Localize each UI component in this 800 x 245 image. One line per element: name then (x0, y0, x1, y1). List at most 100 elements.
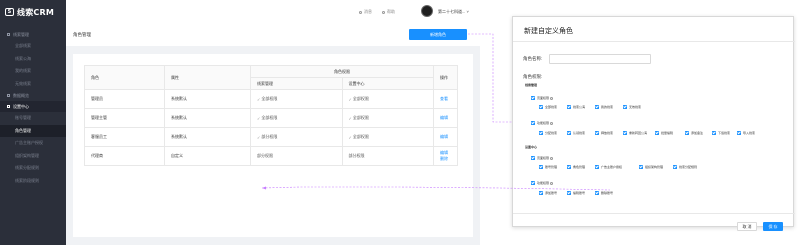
new-role-modal: 新建自定义角色 角色名称: 角色权限: 线索管理 页面权限 全部线索 线索公海 … (512, 16, 795, 231)
nav-parent-leads[interactable]: 线索管理 (0, 29, 66, 40)
checkbox-checked-icon (567, 105, 571, 109)
checkbox-func-perms[interactable]: 功能权限 (531, 181, 554, 185)
cell-actions: 查看 (433, 89, 458, 109)
perm-text: 部分权限 (257, 153, 273, 158)
avatar[interactable] (421, 5, 433, 17)
checkbox-item[interactable]: 全部线索 (539, 105, 557, 109)
delete-link[interactable]: 删除 (440, 156, 451, 162)
bell-icon (359, 10, 362, 14)
check-icon: ✓ (348, 115, 352, 121)
checkbox-item[interactable]: 认领线索 (567, 131, 585, 135)
sidebar-item-lead-pool[interactable]: 线索公海 (0, 53, 66, 66)
checkbox-page-perms[interactable]: 页面权限 (531, 156, 554, 160)
role-name-input[interactable] (549, 54, 651, 64)
modal-title: 新建自定义角色 (524, 28, 573, 35)
checkbox-checked-icon (673, 165, 677, 169)
cell-role: 客服员工 (84, 127, 165, 147)
checkbox-label: 导入线索 (743, 131, 756, 135)
checkbox-label: 功能权限 (537, 121, 550, 125)
perm-text: 全部权限 (261, 96, 278, 101)
cell-attribute: 系统默认 (164, 89, 251, 109)
checkbox-item[interactable]: 删除账号 (595, 191, 613, 195)
nav-parent-data-overview[interactable]: 数据概览 (0, 90, 66, 101)
checkbox-checked-icon (539, 131, 543, 135)
checkbox-item[interactable]: 编辑账号 (567, 191, 585, 195)
checkbox-item[interactable]: 我的线索 (595, 105, 613, 109)
cell-actions: 编辑 删除 (433, 146, 458, 166)
checkbox-item[interactable]: 广告主账户授权 (595, 165, 622, 169)
col-role: 角色 (84, 65, 165, 90)
checkbox-item[interactable]: 导入线索 (737, 131, 755, 135)
cell-role: 代理商 (84, 146, 165, 166)
nav-group-leads: 线索管理 全部线索 线索公海 我的线索 无效线索 (0, 29, 66, 90)
cell-lead-perm: 部分权限 (250, 146, 343, 166)
checkbox-checked-icon (531, 181, 535, 185)
checkbox-label: 释放线索 (601, 131, 614, 135)
sidebar-item-stage-rules[interactable]: 线索阶段规则 (0, 175, 66, 188)
cell-lead-perm: ✓ 部分权限 (250, 127, 343, 147)
table-row: 客服员工 系统默认 ✓ 部分权限 ✓ 全部权限 编辑 (84, 127, 458, 147)
checkbox-item[interactable]: 重新转回公海 (623, 131, 647, 135)
table-row: 代理商 自定义 部分权限 部分权限 编辑 删除 (84, 146, 458, 166)
checkbox-func-perms[interactable]: 功能权限 (531, 121, 554, 125)
edit-link[interactable]: 编辑 (440, 134, 451, 140)
new-role-button[interactable]: 新增角色 (409, 29, 467, 40)
help-icon (382, 10, 385, 14)
checkbox-item[interactable]: 账号管理 (539, 165, 557, 169)
checkbox-checked-icon (567, 165, 571, 169)
nav-parent-settings[interactable]: 设置中心 (0, 101, 66, 112)
help-link[interactable]: 帮助 (382, 9, 395, 15)
divider (513, 41, 795, 42)
checkbox-item[interactable]: 批量编辑 (655, 131, 673, 135)
checkbox-item[interactable]: 添加账号 (539, 191, 557, 195)
checkbox-label: 广告主账户授权 (601, 165, 623, 169)
sidebar-item-assign-rules[interactable]: 线索分配规则 (0, 162, 66, 175)
perm-text: 全部权限 (261, 115, 278, 120)
col-settings: 设置中心 (341, 77, 434, 90)
sidebar-item-all-leads[interactable]: 全部线索 (0, 40, 66, 53)
checkbox-item[interactable]: 添加备注 (685, 131, 703, 135)
checkbox-item[interactable]: 下载线索 (712, 131, 730, 135)
leads-icon (7, 33, 10, 36)
view-link[interactable]: 查看 (440, 96, 451, 102)
checkbox-item[interactable]: 组织架构管理 (639, 165, 663, 169)
checkbox-checked-icon (539, 105, 543, 109)
cell-role: 管理员 (84, 89, 165, 109)
table-row: 管理员 系统默认 ✓ 全部权限 ✓ 全部权限 查看 (84, 89, 458, 109)
sidebar-item-advertiser-auth[interactable]: 广告主账户授权 (0, 137, 66, 150)
app-logo[interactable]: S 线索CRM (0, 0, 66, 24)
checkbox-item[interactable]: 释放线索 (595, 131, 613, 135)
checkbox-item[interactable]: 线索公海 (567, 105, 585, 109)
messages-link[interactable]: 消息 (359, 9, 372, 15)
messages-label: 消息 (364, 9, 372, 14)
check-icon: ✓ (348, 96, 352, 102)
col-attribute: 属性 (164, 65, 251, 90)
edit-link[interactable]: 编辑 (440, 115, 451, 121)
sidebar-item-roles[interactable]: 角色管理 (0, 124, 66, 137)
sidebar-item-accounts[interactable]: 账号管理 (0, 112, 66, 125)
checkbox-item[interactable]: 线索分配规则 (673, 165, 697, 169)
check-icon: ✓ (257, 134, 261, 140)
checkbox-item[interactable]: 无效线索 (623, 105, 641, 109)
col-actions: 操作 (433, 65, 458, 90)
chart-icon (7, 94, 10, 97)
cancel-button[interactable]: 取 消 (737, 222, 757, 231)
checkbox-checked-icon (539, 191, 543, 195)
checkbox-checked-icon (567, 191, 571, 195)
sidebar-item-my-leads[interactable]: 我的线索 (0, 65, 66, 78)
checkbox-label: 下载线索 (718, 131, 731, 135)
perm-text: 部分权限 (348, 153, 365, 158)
checkbox-label: 页面权限 (537, 156, 550, 160)
perm-text: 全部权限 (352, 96, 369, 101)
sidebar-item-org-structure[interactable]: 组织架构管理 (0, 150, 66, 163)
checkbox-item[interactable]: 角色管理 (567, 165, 585, 169)
checkbox-checked-icon (595, 191, 599, 195)
save-button[interactable]: 保 存 (763, 222, 783, 231)
user-menu[interactable]: 第二十七科道... ˅ (438, 9, 469, 15)
sidebar-item-invalid-leads[interactable]: 无效线索 (0, 78, 66, 91)
checkbox-item[interactable]: 分配线索 (539, 131, 557, 135)
checkbox-page-perms[interactable]: 页面权限 (531, 96, 554, 100)
check-icon: ✓ (257, 96, 261, 102)
cell-lead-perm: ✓ 全部权限 (250, 108, 343, 128)
cell-actions: 编辑 (433, 127, 458, 147)
